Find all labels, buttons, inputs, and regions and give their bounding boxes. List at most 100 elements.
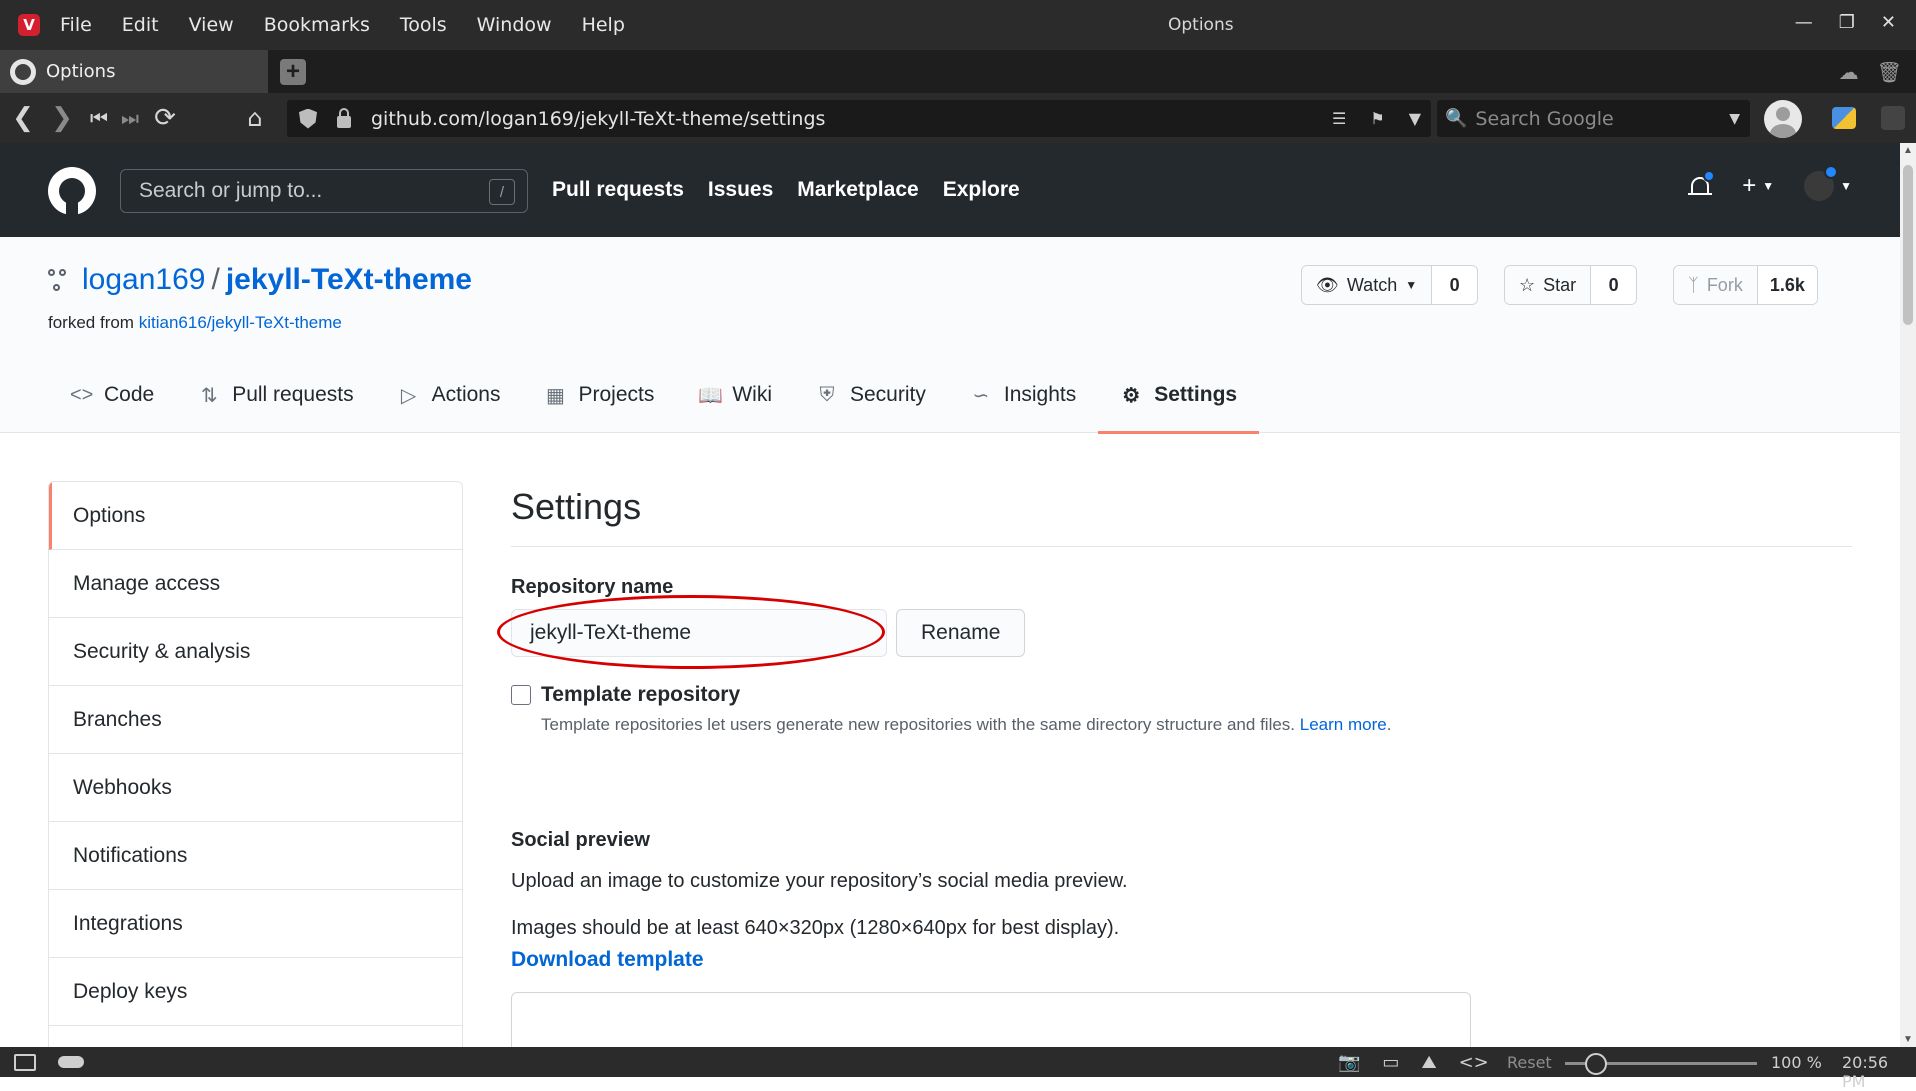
sidebar-item-deploy-keys[interactable]: Deploy keys bbox=[49, 958, 462, 1026]
tab-settings[interactable]: ⚙ Settings bbox=[1098, 357, 1259, 434]
tab-code[interactable]: <> Code bbox=[48, 357, 176, 433]
sidebar-item-webhooks[interactable]: Webhooks bbox=[49, 754, 462, 822]
menu-file[interactable]: File bbox=[60, 14, 92, 36]
download-template-link[interactable]: Download template bbox=[511, 948, 704, 972]
lock-icon[interactable] bbox=[337, 107, 351, 128]
sidebar-item-branches[interactable]: Branches bbox=[49, 686, 462, 754]
bookmark-icon[interactable]: ⚑ bbox=[1370, 109, 1384, 128]
tab-label: Settings bbox=[1154, 383, 1238, 406]
sync-cloud-icon[interactable]: ☁ bbox=[1839, 60, 1859, 85]
sidebar-item-integrations[interactable]: Integrations bbox=[49, 890, 462, 958]
vivaldi-logo-icon[interactable]: V bbox=[18, 14, 40, 36]
search-placeholder: Search Google bbox=[1475, 107, 1614, 130]
capture-icon[interactable]: 📷 bbox=[1338, 1052, 1360, 1073]
star-count[interactable]: 0 bbox=[1590, 266, 1637, 304]
restore-icon[interactable]: ❐ bbox=[1839, 12, 1855, 33]
repo-owner-link[interactable]: logan169 bbox=[82, 263, 205, 297]
learn-more-link[interactable]: Learn more bbox=[1300, 715, 1387, 734]
panel-toggle-icon[interactable] bbox=[14, 1054, 36, 1071]
zoom-slider[interactable] bbox=[1565, 1053, 1757, 1075]
repo-name-link[interactable]: jekyll-TeXt-theme bbox=[226, 263, 472, 297]
tab-wiki[interactable]: 📖 Wiki bbox=[676, 357, 794, 433]
star-button[interactable]: ☆ Star bbox=[1505, 266, 1591, 304]
github-header: Search or jump to... / Pull requests Iss… bbox=[0, 143, 1900, 237]
template-note-text: Template repositories let users generate… bbox=[541, 715, 1296, 734]
tab-security[interactable]: ⛨ Security bbox=[794, 357, 948, 433]
fork-count[interactable]: 1.6k bbox=[1756, 266, 1817, 304]
repo-name-input[interactable]: jekyll-TeXt-theme bbox=[497, 595, 887, 669]
fork-button[interactable]: ᛉ Fork bbox=[1674, 266, 1757, 304]
tab-actions[interactable]: ▷ Actions bbox=[376, 357, 523, 433]
zoom-slider-thumb[interactable] bbox=[1584, 1053, 1607, 1075]
nav-explore[interactable]: Explore bbox=[943, 178, 1020, 202]
rewind-icon[interactable]: ⏮ bbox=[84, 103, 114, 133]
page-actions-icon[interactable]: <> bbox=[1459, 1052, 1489, 1073]
settings-sidebar: Options Manage access Security & analysi… bbox=[48, 481, 463, 1047]
repo-forked-icon bbox=[48, 269, 66, 291]
reload-icon[interactable]: ⟳ bbox=[150, 103, 180, 133]
github-logo-icon[interactable] bbox=[48, 167, 96, 215]
url-text[interactable]: github.com/logan169/jekyll-TeXt-theme/se… bbox=[371, 108, 825, 130]
minimize-icon[interactable]: — bbox=[1795, 12, 1813, 33]
tab-label: Wiki bbox=[732, 383, 772, 406]
fork-label: Fork bbox=[1706, 274, 1743, 295]
extension-icon[interactable] bbox=[1832, 107, 1856, 129]
menu-tools[interactable]: Tools bbox=[400, 14, 447, 36]
url-dropdown-icon[interactable]: ▼ bbox=[1409, 109, 1421, 128]
scroll-up-icon[interactable]: ▲ bbox=[1903, 145, 1913, 156]
browser-profile-avatar[interactable] bbox=[1764, 100, 1802, 138]
address-bar[interactable]: github.com/logan169/jekyll-TeXt-theme/se… bbox=[287, 100, 1431, 137]
clock: 20:56 PM bbox=[1842, 1053, 1889, 1091]
nav-issues[interactable]: Issues bbox=[708, 178, 773, 202]
watch-count[interactable]: 0 bbox=[1431, 266, 1478, 304]
menu-edit[interactable]: Edit bbox=[122, 14, 159, 36]
template-repository-note: Template repositories let users generate… bbox=[541, 715, 1852, 735]
search-dropdown-icon[interactable]: ▼ bbox=[1729, 111, 1740, 127]
menu-window[interactable]: Window bbox=[477, 14, 552, 36]
fast-forward-icon[interactable]: ⏭ bbox=[115, 103, 145, 133]
sidebar-item-notifications[interactable]: Notifications bbox=[49, 822, 462, 890]
scroll-down-icon[interactable]: ▼ bbox=[1903, 1034, 1913, 1045]
tab-pull-requests[interactable]: ⇅ Pull requests bbox=[176, 357, 375, 433]
reader-view-icon[interactable]: ☰ bbox=[1332, 109, 1346, 128]
repo-title-separator: / bbox=[211, 263, 220, 296]
sidebar-item-options[interactable]: Options bbox=[49, 482, 462, 550]
scrollbar-thumb[interactable] bbox=[1903, 165, 1913, 325]
search-engine-box[interactable]: 🔍 Search Google ▼ bbox=[1437, 100, 1750, 137]
page-scrollbar[interactable]: ▲ ▼ bbox=[1900, 143, 1916, 1047]
sync-status-icon[interactable] bbox=[58, 1056, 84, 1068]
tiling-icon[interactable]: ▭ bbox=[1382, 1052, 1399, 1073]
star-label: Star bbox=[1543, 274, 1577, 295]
extension-icon-2[interactable] bbox=[1881, 106, 1905, 130]
template-repository-label[interactable]: Template repository bbox=[541, 683, 740, 707]
browser-tab[interactable]: Options bbox=[0, 50, 268, 93]
sidebar-item-security-analysis[interactable]: Security & analysis bbox=[49, 618, 462, 686]
repo-name-value[interactable]: jekyll-TeXt-theme bbox=[530, 621, 691, 645]
forked-from-link[interactable]: kitian616/jekyll-TeXt-theme bbox=[139, 313, 342, 332]
notifications-bell-icon[interactable] bbox=[1688, 170, 1716, 199]
watch-button[interactable]: 👁 Watch ▼ bbox=[1302, 266, 1432, 304]
site-shield-icon[interactable] bbox=[299, 108, 317, 129]
zoom-reset-button[interactable]: Reset bbox=[1507, 1053, 1552, 1072]
image-toggle-icon[interactable]: ⛰ bbox=[1421, 1052, 1436, 1073]
template-repository-checkbox[interactable] bbox=[511, 685, 531, 705]
nav-pull-requests[interactable]: Pull requests bbox=[552, 178, 684, 202]
rename-button[interactable]: Rename bbox=[896, 609, 1026, 657]
user-menu[interactable]: ▼ bbox=[1804, 165, 1852, 201]
github-search-input[interactable]: Search or jump to... / bbox=[120, 169, 528, 213]
create-new-menu[interactable]: + ▼ bbox=[1742, 172, 1774, 200]
sidebar-item-manage-access[interactable]: Manage access bbox=[49, 550, 462, 618]
settings-main: Settings Repository name jekyll-TeXt-the… bbox=[497, 481, 1852, 1062]
tab-projects[interactable]: ▦ Projects bbox=[522, 357, 676, 433]
close-icon[interactable]: ✕ bbox=[1881, 12, 1896, 33]
forward-icon[interactable]: ❯ bbox=[47, 103, 77, 133]
menu-view[interactable]: View bbox=[189, 14, 234, 36]
nav-marketplace[interactable]: Marketplace bbox=[797, 178, 918, 202]
tab-insights[interactable]: ∽ Insights bbox=[948, 357, 1098, 433]
back-icon[interactable]: ❮ bbox=[8, 103, 38, 133]
new-tab-button[interactable]: + bbox=[280, 59, 306, 85]
home-icon[interactable]: ⌂ bbox=[240, 103, 270, 133]
trash-icon[interactable]: 🗑 bbox=[1877, 60, 1902, 85]
menu-help[interactable]: Help bbox=[582, 14, 625, 36]
menu-bookmarks[interactable]: Bookmarks bbox=[264, 14, 370, 36]
